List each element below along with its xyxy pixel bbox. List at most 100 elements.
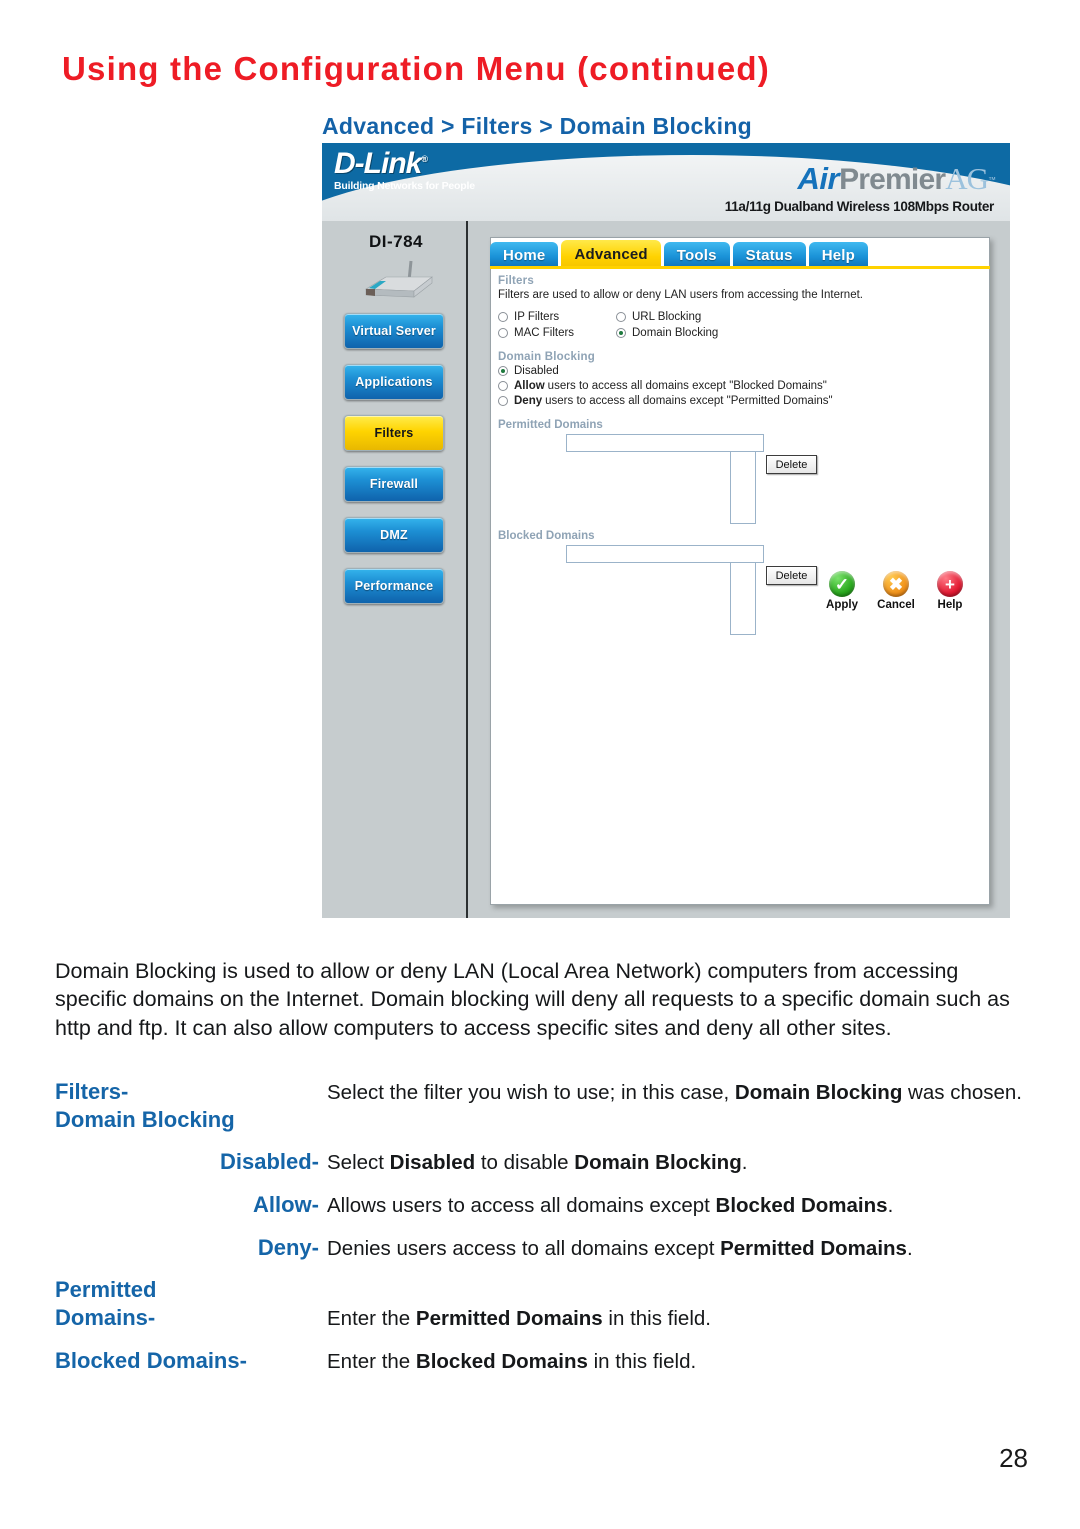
plus-circle-icon: +: [937, 571, 963, 597]
radio-icon: [498, 381, 508, 391]
permitted-domains-list-row: Delete: [730, 451, 986, 524]
filters-form: Filters Filters are used to allow or den…: [498, 275, 986, 641]
router-header-banner: D-Link® Building Networks for People Air…: [322, 143, 1010, 221]
blocked-domains-label: Blocked Domains: [498, 530, 595, 542]
radio-label: Domain Blocking: [632, 327, 719, 339]
product-subtitle: 11a/11g Dualband Wireless 108Mbps Router: [724, 199, 995, 214]
sidebar-item-filters[interactable]: Filters: [344, 415, 444, 451]
tab-help[interactable]: Help: [808, 242, 869, 268]
dlink-tagline: Building Networks for People: [334, 180, 475, 192]
permitted-delete-button[interactable]: Delete: [766, 455, 817, 474]
air-premier-ag-logo: AirPremierAG™: [798, 161, 997, 197]
help-button-label: Help: [937, 599, 963, 611]
tab-status[interactable]: Status: [732, 242, 806, 268]
sidebar-item-firewall[interactable]: Firewall: [344, 466, 444, 502]
blocked-domains-input[interactable]: [566, 545, 764, 563]
radio-label: MAC Filters: [514, 327, 575, 339]
definition-term-line2: Domains-: [55, 1305, 156, 1331]
tab-label: Help: [821, 246, 856, 264]
intro-paragraph: Domain Blocking is used to allow or deny…: [55, 958, 1010, 1040]
radio-icon: [498, 328, 508, 338]
filter-type-radio-group: IP Filters URL Blocking MAC Filters Doma…: [498, 311, 986, 339]
definition-description: Allows users to access all domains excep…: [327, 1193, 894, 1217]
sidebar-item-dmz[interactable]: DMZ: [344, 517, 444, 553]
definition-description: Enter the Blocked Domains in this field.: [327, 1349, 697, 1373]
sidebar-item-label: Virtual Server: [352, 324, 436, 338]
sidebar-item-label: DMZ: [380, 528, 408, 542]
definition-description: Denies users access to all domains excep…: [327, 1236, 913, 1260]
definition-row-permitted-domains: Permitted Domains- Enter the Permitted D…: [55, 1276, 1055, 1333]
radio-icon: [616, 312, 626, 322]
filters-section-description: Filters are used to allow or deny LAN us…: [498, 289, 863, 301]
radio-icon: [498, 396, 508, 406]
definition-term-line2: Domain Blocking: [55, 1107, 235, 1133]
tab-home[interactable]: Home: [490, 242, 559, 268]
radio-label: Disabled: [514, 365, 559, 377]
definition-term-line1: Filters-: [55, 1079, 129, 1104]
router-sidebar: DI-784 Virtual Server Applications Filte…: [322, 221, 470, 918]
definition-term: Blocked Domains-: [55, 1347, 247, 1373]
breadcrumb: Advanced > Filters > Domain Blocking: [322, 113, 753, 139]
radio-option-mac-filters[interactable]: MAC Filters: [498, 327, 616, 339]
model-number-label: DI-784: [368, 232, 424, 251]
radio-label: IP Filters: [514, 311, 560, 323]
router-config-screenshot: D-Link® Building Networks for People Air…: [322, 143, 1010, 918]
sidebar-item-applications[interactable]: Applications: [344, 364, 444, 400]
logo-air-text: Air: [797, 161, 840, 196]
permitted-domains-listbox[interactable]: [730, 451, 756, 524]
sidebar-item-label: Firewall: [369, 477, 419, 491]
blocked-delete-button[interactable]: Delete: [766, 566, 817, 585]
definition-list: Filters- Domain Blocking Select the filt…: [55, 1078, 1055, 1390]
definition-row-allow: Allow- Allows users to access all domain…: [55, 1191, 1055, 1220]
definition-description: Enter the Permitted Domains in this fiel…: [327, 1307, 711, 1331]
registered-icon: ®: [421, 154, 428, 164]
radio-option-deny[interactable]: Deny users to access all domains except …: [498, 395, 986, 407]
radio-label-rest: users to access all domains except "Bloc…: [547, 380, 827, 392]
router-tab-bar: Home Advanced Tools Status Help: [490, 237, 990, 268]
radio-label: URL Blocking: [632, 311, 702, 323]
definition-row-deny: Deny- Denies users access to all domains…: [55, 1234, 1055, 1263]
radio-label-rest: users to access all domains except "Perm…: [545, 395, 833, 407]
apply-button[interactable]: ✓ Apply: [820, 571, 864, 611]
definition-description: Select the filter you wish to use; in th…: [327, 1081, 1023, 1104]
cancel-button[interactable]: ✖ Cancel: [874, 571, 918, 611]
page-title: Using the Configuration Menu (continued): [62, 50, 770, 87]
sidebar-item-virtual-server[interactable]: Virtual Server: [344, 313, 444, 349]
tab-label: Home: [503, 246, 546, 264]
sidebar-item-performance[interactable]: Performance: [344, 568, 444, 604]
router-device-image: [364, 260, 433, 298]
definition-row-disabled: Disabled- Select Disabled to disable Dom…: [55, 1148, 1055, 1177]
logo-premier-text: Premier: [839, 163, 946, 196]
tab-tools[interactable]: Tools: [663, 242, 730, 268]
sidebar-divider: [466, 221, 468, 918]
definition-term-line1: Permitted: [55, 1277, 157, 1303]
radio-option-allow[interactable]: Allow users to access all domains except…: [498, 380, 986, 392]
definition-term: Permitted Domains-: [55, 1276, 327, 1332]
sidebar-item-label: Applications: [355, 375, 433, 389]
permitted-domains-label: Permitted Domains: [498, 419, 603, 431]
radio-option-disabled[interactable]: Disabled: [498, 365, 986, 377]
tab-label: Tools: [676, 246, 717, 264]
blocked-domains-listbox[interactable]: [730, 562, 756, 635]
sidebar-item-label: Performance: [354, 579, 434, 593]
check-circle-icon: ✓: [829, 571, 855, 597]
tab-advanced[interactable]: Advanced: [561, 240, 661, 268]
radio-label-bold: Allow: [514, 380, 545, 392]
definition-term: Allow-: [253, 1191, 319, 1217]
permitted-domains-input[interactable]: [566, 434, 764, 452]
cancel-button-label: Cancel: [877, 599, 915, 611]
radio-icon-selected: [498, 366, 508, 376]
help-button[interactable]: + Help: [928, 571, 972, 611]
tab-underline: [490, 266, 990, 269]
definition-term: Disabled-: [219, 1149, 319, 1175]
radio-option-url-blocking[interactable]: URL Blocking: [616, 311, 986, 323]
radio-option-ip-filters[interactable]: IP Filters: [498, 311, 616, 323]
radio-option-domain-blocking[interactable]: Domain Blocking: [616, 327, 986, 339]
tab-label: Status: [745, 246, 793, 264]
radio-label-bold: Deny: [514, 395, 543, 407]
domain-blocking-heading: Domain Blocking: [498, 351, 595, 363]
definition-term: Deny-: [257, 1234, 319, 1260]
permitted-domains-block: Permitted Domains Delete: [498, 419, 986, 524]
definition-row-blocked-domains: Blocked Domains- Enter the Blocked Domai…: [55, 1347, 1055, 1376]
definition-row-filters: Filters- Domain Blocking Select the filt…: [55, 1078, 1055, 1134]
